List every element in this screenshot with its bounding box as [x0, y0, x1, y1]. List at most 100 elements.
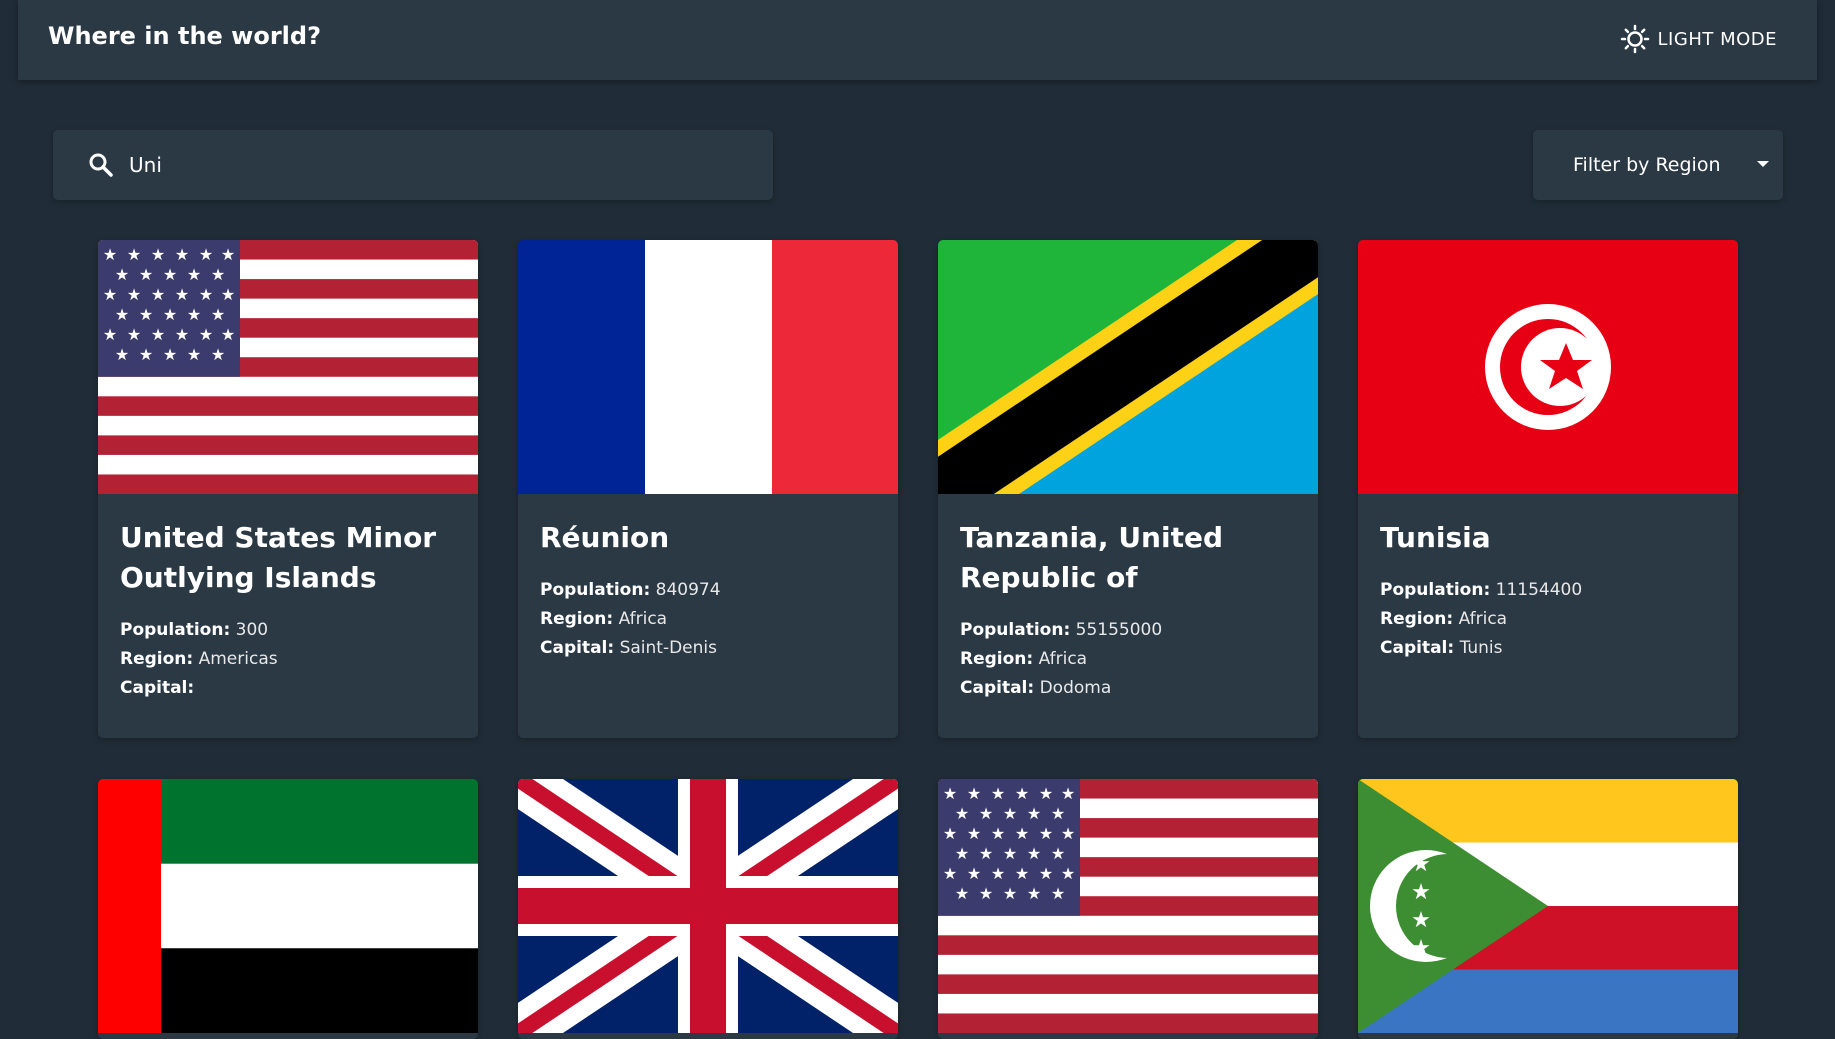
population-label: Population:	[120, 620, 231, 640]
svg-text:★: ★	[221, 245, 235, 264]
svg-text:★: ★	[127, 285, 141, 304]
capital-line: Capital: Saint-Denis	[540, 634, 876, 663]
population-label: Population:	[960, 620, 1071, 640]
country-card-us-minor-outlying-islands[interactable]: ★ ★ ★ ★ ★ ★ ★ ★ ★ ★ ★ ★ ★ ★ ★ ★ ★ ★ ★ ★ ★ ★ ★ ★ ★ ★ ★ ★ ★ ★ ★ ★ ★ U…	[98, 240, 478, 738]
svg-text:★: ★	[1015, 824, 1029, 843]
svg-text:★: ★	[103, 325, 117, 344]
svg-text:★: ★	[139, 305, 153, 324]
card-body: United States Minor Outlying Islands Pop…	[98, 494, 478, 727]
svg-text:★: ★	[991, 784, 1005, 803]
capital-label: Capital:	[120, 678, 195, 698]
svg-text:★: ★	[943, 864, 957, 883]
population-label: Population:	[540, 580, 651, 600]
svg-text:★: ★	[175, 325, 189, 344]
svg-text:★: ★	[175, 245, 189, 264]
svg-text:★: ★	[139, 265, 153, 284]
svg-text:★: ★	[1003, 804, 1017, 823]
svg-text:★: ★	[211, 265, 225, 284]
region-label: Region:	[540, 609, 614, 629]
country-card-comoros[interactable]: ★ ★ ★ ★	[1358, 779, 1738, 1039]
svg-text:★: ★	[187, 345, 201, 364]
population-line: Population: 300	[120, 616, 456, 645]
light-mode-label: LIGHT MODE	[1657, 28, 1777, 50]
svg-text:★: ★	[979, 804, 993, 823]
svg-text:★: ★	[955, 884, 969, 903]
country-card-tunisia[interactable]: Tunisia Population: 11154400 Region: Afr…	[1358, 240, 1738, 738]
svg-text:★: ★	[221, 325, 235, 344]
svg-text:★: ★	[1411, 936, 1431, 961]
population-value: 840974	[655, 580, 721, 600]
svg-text:★: ★	[163, 305, 177, 324]
svg-text:★: ★	[1051, 804, 1065, 823]
svg-text:★: ★	[127, 325, 141, 344]
svg-text:★: ★	[187, 265, 201, 284]
svg-text:★: ★	[211, 345, 225, 364]
svg-text:★: ★	[943, 824, 957, 843]
population-value: 11154400	[1495, 580, 1583, 600]
svg-text:★: ★	[1015, 864, 1029, 883]
svg-text:★: ★	[151, 325, 165, 344]
search-input[interactable]	[127, 152, 727, 178]
tanzania-flag-image	[938, 240, 1318, 494]
svg-text:★: ★	[967, 824, 981, 843]
svg-text:★: ★	[103, 285, 117, 304]
svg-text:★: ★	[175, 285, 189, 304]
chevron-down-icon	[1757, 161, 1769, 167]
country-name: Tanzania, United Republic of	[960, 521, 1224, 594]
svg-text:★: ★	[199, 325, 213, 344]
svg-text:★: ★	[1027, 804, 1041, 823]
svg-text:★: ★	[1039, 864, 1053, 883]
capital-line: Capital:	[120, 674, 456, 703]
search-icon	[87, 151, 115, 179]
svg-text:★: ★	[163, 265, 177, 284]
region-value: Africa	[1458, 609, 1508, 629]
sun-icon	[1620, 24, 1650, 54]
svg-text:★: ★	[199, 245, 213, 264]
svg-text:★: ★	[151, 245, 165, 264]
country-card-tanzania[interactable]: Tanzania, United Republic of Population:…	[938, 240, 1318, 738]
svg-text:★: ★	[1003, 844, 1017, 863]
svg-text:★: ★	[127, 245, 141, 264]
app-header: Where in the world? LIGHT MODE	[18, 0, 1817, 80]
country-card-united-states[interactable]: ★ ★ ★ ★ ★ ★ ★ ★ ★ ★ ★ ★ ★ ★ ★ ★ ★ ★ ★ ★ ★ ★ ★ ★ ★ ★ ★ ★ ★ ★ ★ ★ ★	[938, 779, 1318, 1039]
card-body: Réunion Population: 840974 Region: Afric…	[518, 494, 898, 687]
svg-text:★: ★	[1061, 864, 1075, 883]
country-card-reunion[interactable]: Réunion Population: 840974 Region: Afric…	[518, 240, 898, 738]
population-line: Population: 11154400	[1380, 576, 1716, 605]
uae-flag-image	[98, 779, 478, 1033]
region-value: Americas	[198, 649, 278, 669]
svg-text:★: ★	[991, 864, 1005, 883]
svg-text:★: ★	[1411, 908, 1431, 933]
country-card-united-kingdom[interactable]	[518, 779, 898, 1039]
light-mode-toggle[interactable]: LIGHT MODE	[1620, 24, 1777, 54]
svg-text:★: ★	[943, 784, 957, 803]
us-flag-image: ★ ★ ★ ★ ★ ★ ★ ★ ★ ★ ★ ★ ★ ★ ★ ★ ★ ★ ★ ★ ★ ★ ★ ★ ★ ★ ★ ★ ★ ★ ★ ★ ★	[98, 240, 478, 494]
france-flag-image	[518, 240, 898, 494]
svg-text:★: ★	[1003, 884, 1017, 903]
svg-text:★: ★	[1051, 844, 1065, 863]
region-line: Region: Africa	[1380, 605, 1716, 634]
svg-text:★: ★	[967, 784, 981, 803]
svg-text:★: ★	[1411, 852, 1431, 877]
country-card-united-arab-emirates[interactable]	[98, 779, 478, 1039]
capital-line: Capital: Dodoma	[960, 674, 1296, 703]
svg-text:★: ★	[187, 305, 201, 324]
svg-text:★: ★	[967, 864, 981, 883]
capital-label: Capital:	[1380, 638, 1455, 658]
search-bar[interactable]	[53, 130, 773, 200]
svg-text:★: ★	[211, 305, 225, 324]
population-label: Population:	[1380, 580, 1491, 600]
svg-text:★: ★	[1411, 880, 1431, 905]
svg-text:★: ★	[199, 285, 213, 304]
uk-flag-image	[518, 779, 898, 1033]
region-value: Africa	[1038, 649, 1088, 669]
svg-text:★: ★	[979, 884, 993, 903]
region-line: Region: Americas	[120, 645, 456, 674]
svg-text:★: ★	[151, 285, 165, 304]
svg-text:★: ★	[1015, 784, 1029, 803]
region-filter-dropdown[interactable]: Filter by Region	[1533, 130, 1783, 200]
app-title: Where in the world?	[48, 22, 321, 50]
region-line: Region: Africa	[540, 605, 876, 634]
capital-label: Capital:	[960, 678, 1035, 698]
svg-text:★: ★	[1039, 784, 1053, 803]
